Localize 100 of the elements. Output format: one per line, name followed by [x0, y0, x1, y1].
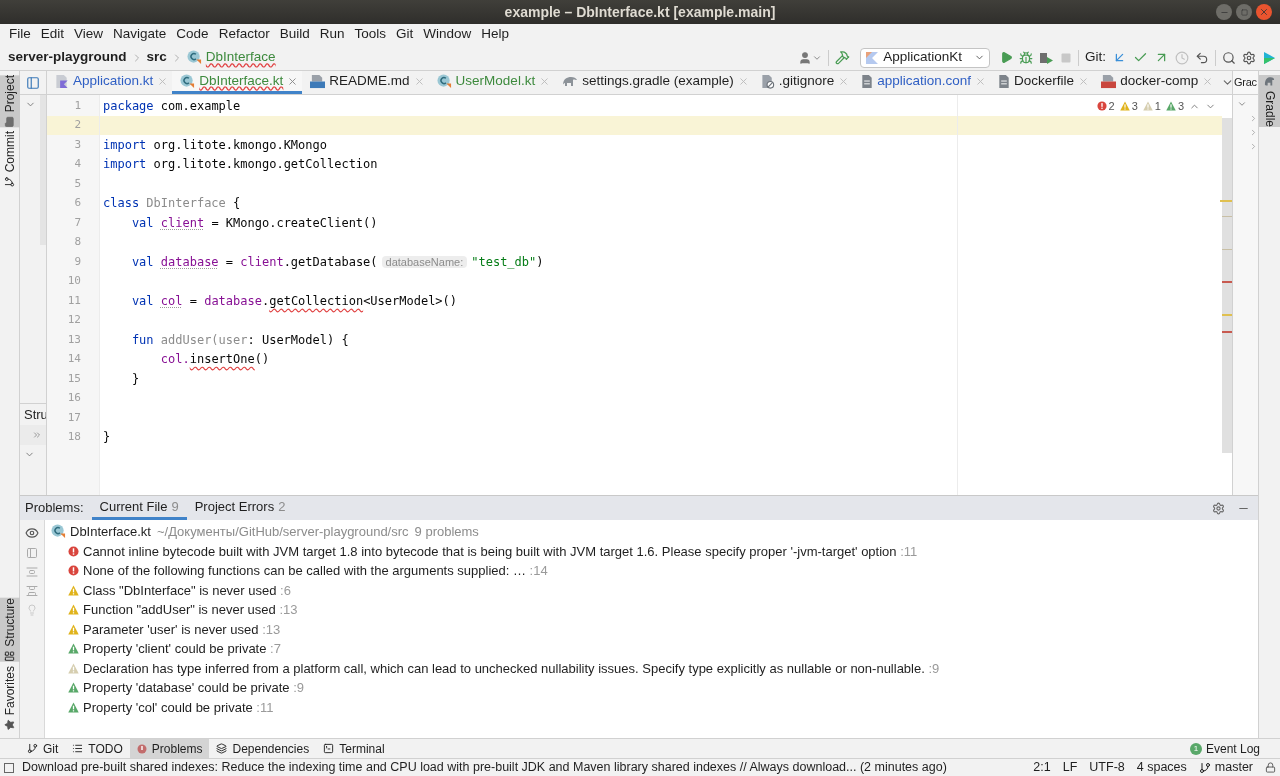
- run-configuration-select[interactable]: ApplicationKt: [860, 47, 990, 68]
- close-icon[interactable]: [413, 75, 425, 87]
- panel-tab[interactable]: Grac: [1233, 74, 1257, 91]
- tool-window-tab[interactable]: Commit: [0, 131, 20, 188]
- maximize-button[interactable]: [1236, 4, 1252, 20]
- tool-window-tab[interactable]: TODO: [65, 739, 130, 758]
- editor-tab[interactable]: Dockerfile: [990, 71, 1094, 94]
- tool-window-tab[interactable]: Gradle: [1259, 75, 1280, 128]
- breadcrumb[interactable]: src: [146, 47, 167, 68]
- menu-item[interactable]: Help: [476, 24, 515, 45]
- editor-tab[interactable]: docker-comp: [1093, 71, 1218, 94]
- encoding[interactable]: UTF-8: [1089, 758, 1125, 776]
- inspection-count[interactable]: 3: [1177, 98, 1184, 115]
- tool-window-tab[interactable]: Project: [0, 75, 20, 128]
- menu-item[interactable]: File: [4, 24, 36, 45]
- code-line: fun addUser(user: UserModel) {: [130, 331, 349, 349]
- status-toggle-icon[interactable]: [4, 762, 14, 773]
- breadcrumb[interactable]: DbInterface: [186, 47, 276, 68]
- rollback-button[interactable]: [1195, 50, 1209, 65]
- close-icon[interactable]: [838, 75, 850, 87]
- problem-message[interactable]: Property 'col' could be private :11: [83, 697, 274, 717]
- code-line: val client = KMongo.createClient(): [130, 214, 378, 232]
- class-icon: [51, 524, 66, 540]
- menu-item[interactable]: Navigate: [108, 24, 172, 45]
- close-icon[interactable]: [1202, 75, 1214, 87]
- close-icon[interactable]: [287, 75, 299, 87]
- menu-item[interactable]: Run: [314, 24, 350, 45]
- close-icon[interactable]: [157, 75, 169, 87]
- line-number: 8: [74, 234, 81, 250]
- menu-item[interactable]: Git: [391, 24, 419, 45]
- problem-message[interactable]: None of the following functions can be called with the arguments supplied: … :14: [83, 561, 548, 581]
- problem-message[interactable]: Declaration has type inferred from a platform call, which can lead to unchecked nullability issues. Specify type explicitly as nullable or non-nullable. :9: [83, 658, 940, 678]
- editor-tab[interactable]: UserModel.kt: [428, 71, 555, 94]
- problem-message[interactable]: Class "DbInterface" is never used :6: [83, 580, 291, 600]
- menu-item[interactable]: Edit: [35, 24, 70, 45]
- editor-tab[interactable]: application.conf: [853, 71, 991, 94]
- search-button[interactable]: [1222, 50, 1236, 65]
- indent-setting[interactable]: 4 spaces: [1136, 758, 1187, 776]
- build-button[interactable]: [835, 50, 851, 65]
- menu-item[interactable]: Refactor: [213, 24, 275, 45]
- plugin-logo-button[interactable]: [1262, 50, 1276, 65]
- close-icon[interactable]: [539, 75, 551, 87]
- editor-tab[interactable]: README.md: [302, 71, 429, 94]
- inspection-count[interactable]: 1: [1154, 98, 1161, 115]
- status-message[interactable]: Download pre-built shared indexes: Reduce the indexing time and CPU load with pre-built JDK and Maven library shared indexes // Always download... (2 minutes ago): [22, 758, 947, 776]
- problem-message[interactable]: Property 'client' could be private :7: [83, 639, 281, 659]
- tool-window-tab[interactable]: Favorites: [0, 665, 20, 730]
- editor-tab[interactable]: settings.gradle (example): [554, 71, 753, 94]
- problem-message[interactable]: Parameter 'user' is never used :13: [83, 619, 281, 639]
- weak-warning-icon: [1142, 101, 1153, 112]
- tool-window-tab[interactable]: Terminal: [316, 739, 392, 758]
- menu-item[interactable]: Code: [171, 24, 214, 45]
- settings-button[interactable]: [1242, 50, 1256, 65]
- branch-widget[interactable]: master: [1198, 758, 1253, 776]
- menu-item[interactable]: Window: [418, 24, 477, 45]
- debug-button[interactable]: [1019, 50, 1033, 65]
- minimize-button[interactable]: [1216, 4, 1232, 20]
- inspection-count[interactable]: 2: [1108, 98, 1115, 115]
- eye-icon[interactable]: [25, 526, 39, 540]
- breadcrumb[interactable]: server-playground: [8, 47, 127, 68]
- file-name[interactable]: DbInterface.kt: [70, 522, 151, 542]
- menu-item[interactable]: Tools: [349, 24, 391, 45]
- problem-message[interactable]: Function "addUser" is never used :13: [83, 600, 298, 620]
- run-button[interactable]: [1000, 51, 1013, 64]
- problems-icon: [136, 743, 147, 754]
- expand-all-icon[interactable]: [26, 566, 38, 578]
- line-ending[interactable]: LF: [1062, 758, 1078, 776]
- close-icon[interactable]: [1078, 75, 1090, 87]
- inspection-count[interactable]: 3: [1131, 98, 1138, 115]
- preview-icon[interactable]: [26, 547, 38, 559]
- close-icon[interactable]: [975, 75, 987, 87]
- menu-item[interactable]: View: [69, 24, 109, 45]
- settings-icon[interactable]: [1212, 501, 1225, 515]
- cursor-position[interactable]: 2:1: [1033, 758, 1051, 776]
- line-number: 1: [74, 97, 81, 114]
- line-number: 18: [67, 429, 81, 445]
- panel-icon[interactable]: [26, 75, 40, 90]
- tool-window-tab[interactable]: Git: [20, 739, 66, 758]
- editor-tab[interactable]: DbInterface.kt: [172, 71, 303, 94]
- tool-window-tab[interactable]: Structure: [0, 597, 20, 662]
- line-number: 5: [74, 175, 81, 192]
- editor-tab[interactable]: Application.kt: [47, 71, 173, 94]
- coverage-button[interactable]: [1039, 50, 1054, 65]
- file-path: ~/Документы/GitHub/server-playground/src: [156, 523, 409, 541]
- problem-message[interactable]: Property 'database' could be private :9: [83, 678, 305, 698]
- menu-item[interactable]: Build: [274, 24, 315, 45]
- line-number: 16: [67, 390, 81, 406]
- editor-tab[interactable]: .gitignore: [752, 71, 854, 94]
- close-icon[interactable]: [737, 75, 749, 87]
- lock-icon[interactable]: [1265, 762, 1276, 773]
- problem-message[interactable]: Cannot inline bytecode built with JVM target 1.8 into bytecode that is being built with JVM target 1.6. Please specify proper '-jvm-target' option :11: [83, 541, 918, 561]
- collapse-all-icon[interactable]: [26, 585, 38, 597]
- tool-window-tab[interactable]: Dependencies: [209, 739, 317, 758]
- chevrons-right-icon[interactable]: [32, 430, 42, 440]
- close-button[interactable]: [1256, 4, 1272, 20]
- tool-window-tab[interactable]: Problems: [129, 739, 210, 758]
- event-log-button[interactable]: 1 Event Log: [1189, 739, 1260, 758]
- lightbulb-icon[interactable]: [26, 604, 38, 616]
- user-dropdown-button[interactable]: [798, 50, 823, 65]
- scope-tab[interactable]: Project Errors 2: [186, 496, 294, 520]
